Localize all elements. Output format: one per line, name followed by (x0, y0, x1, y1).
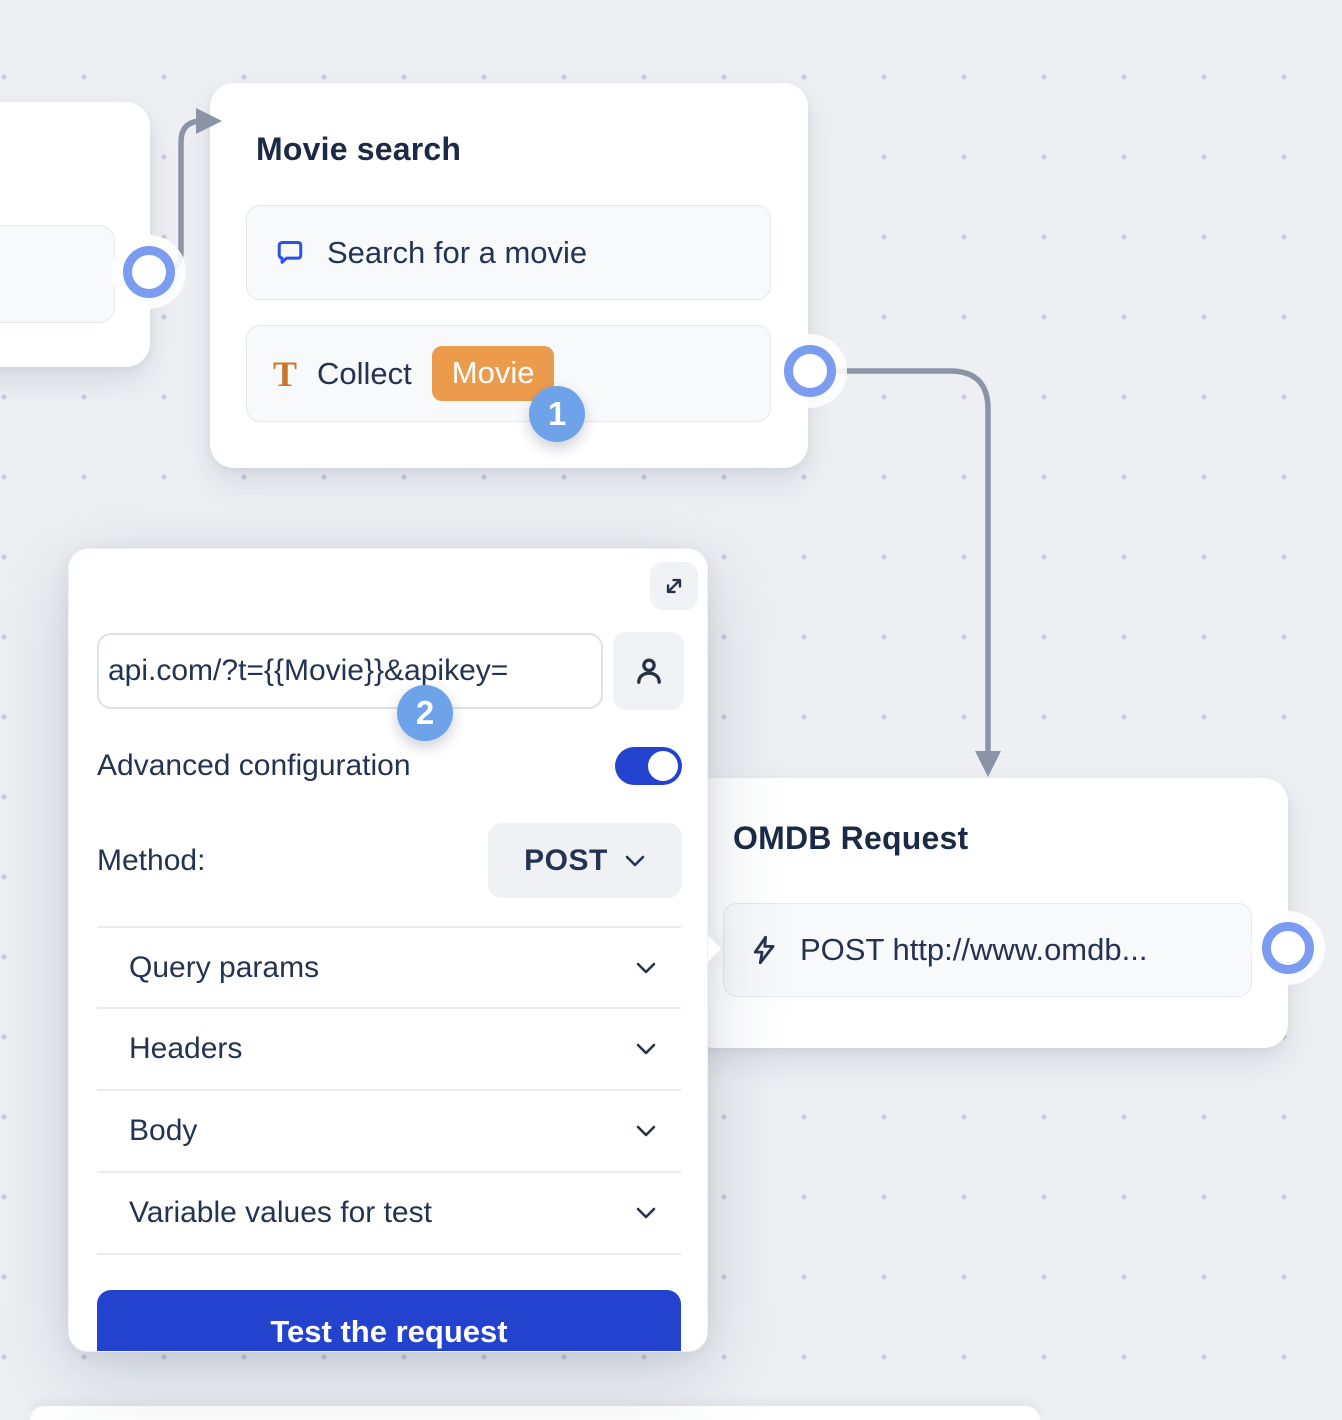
previous-node-item[interactable] (0, 225, 115, 323)
url-input-value: api.com/?t={{Movie}}&apikey= (108, 654, 508, 688)
test-request-button[interactable]: Test the request (97, 1290, 681, 1352)
collect-item[interactable]: T Collect Movie (246, 325, 771, 422)
method-label: Method: (97, 844, 205, 878)
section-query-params[interactable]: Query params (97, 928, 681, 1007)
webhook-item[interactable]: POST http://www.omdb... (723, 903, 1252, 997)
chevron-down-icon (635, 1206, 657, 1220)
movie-search-node-title: Movie search (256, 131, 461, 168)
section-label: Body (129, 1114, 197, 1148)
chevron-down-icon (624, 854, 646, 868)
omdb-node-card[interactable]: OMDB Request POST http://www.omdb... (690, 778, 1288, 1048)
advanced-configuration-row: Advanced configuration (97, 735, 682, 797)
text-input-icon: T (273, 356, 297, 392)
webhook-item-label: POST http://www.omdb... (800, 932, 1147, 968)
output-port-omdb[interactable] (1262, 922, 1314, 974)
chat-bubble-icon (273, 236, 307, 270)
person-icon (631, 653, 667, 689)
connector-arrowhead-2 (975, 751, 1001, 777)
url-input[interactable]: api.com/?t={{Movie}}&apikey= (97, 633, 603, 709)
method-row: Method: POST (97, 823, 682, 898)
variable-chip-movie: Movie (432, 346, 555, 400)
bottom-node-card-edge (30, 1406, 1040, 1420)
advanced-configuration-toggle[interactable] (615, 747, 682, 785)
question-item-label: Search for a movie (327, 235, 587, 271)
output-port-previous-node[interactable] (123, 246, 175, 298)
question-item[interactable]: Search for a movie (246, 205, 771, 300)
section-label: Variable values for test (129, 1196, 432, 1230)
section-variable-values[interactable]: Variable values for test (97, 1173, 681, 1252)
webhook-config-panel: api.com/?t={{Movie}}&apikey= 2 Advanced … (68, 548, 708, 1352)
expand-diagonal-icon (661, 573, 687, 599)
chevron-down-icon (635, 1042, 657, 1056)
account-variable-button[interactable] (613, 632, 684, 710)
method-select[interactable]: POST (488, 823, 682, 898)
lightning-icon (748, 934, 780, 966)
connector-line-2 (814, 371, 988, 752)
step-badge-1: 1 (529, 386, 585, 442)
section-headers[interactable]: Headers (97, 1009, 681, 1088)
section-label: Headers (129, 1032, 242, 1066)
section-body[interactable]: Body (97, 1091, 681, 1170)
movie-search-node-card[interactable]: Movie search Search for a movie T Collec… (210, 83, 808, 468)
advanced-configuration-label: Advanced configuration (97, 749, 411, 783)
collect-item-label: Collect (317, 356, 412, 392)
method-value: POST (524, 844, 608, 878)
step-badge-2: 2 (397, 685, 453, 741)
omdb-node-title: OMDB Request (733, 820, 968, 857)
output-port-movie-search[interactable] (784, 345, 836, 397)
divider (97, 1253, 681, 1255)
expand-button[interactable] (650, 562, 698, 610)
toggle-knob (648, 751, 678, 781)
chevron-down-icon (635, 961, 657, 975)
flow-canvas: { "flow": { "movie_search_node": { "titl… (0, 0, 1342, 1416)
section-label: Query params (129, 951, 319, 985)
chevron-down-icon (635, 1124, 657, 1138)
